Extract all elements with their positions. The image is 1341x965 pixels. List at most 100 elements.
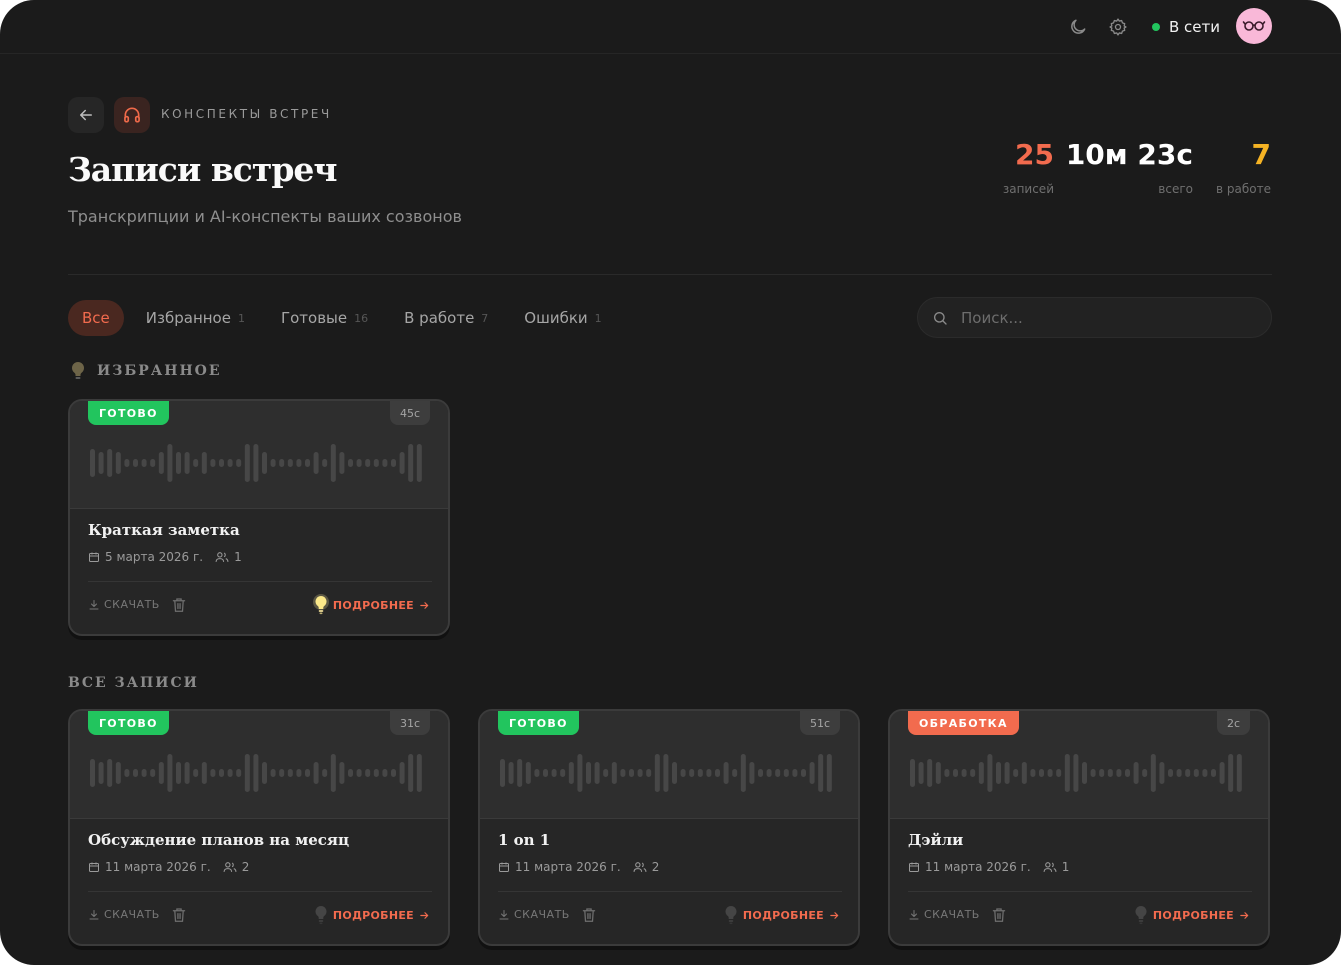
waveform-bar xyxy=(322,459,328,467)
waveform-bar xyxy=(740,754,746,792)
card-meta: 11 марта 2026 г. 2 xyxy=(498,860,659,874)
tab-favorites[interactable]: Избранное 1 xyxy=(132,300,259,336)
waveform-bar xyxy=(1159,762,1165,784)
waveform-bar xyxy=(107,759,113,787)
top-bar: В сети xyxy=(0,0,1341,54)
details-label: ПОДРОБНЕЕ xyxy=(332,909,414,922)
waveform-bar xyxy=(167,754,173,792)
card-divider xyxy=(88,581,432,582)
waveform-bar xyxy=(1116,769,1122,777)
card-title[interactable]: Краткая заметка xyxy=(88,521,240,539)
recording-card[interactable]: ОБРАБОТКА 2с Дэйли 11 марта 2026 г. 1 СКАЧАТЬ… xyxy=(888,709,1270,946)
waveform-bar xyxy=(1211,769,1216,777)
arrow-right-icon xyxy=(1240,912,1249,919)
details-button[interactable]: ПОДРОБНЕЕ xyxy=(333,599,430,612)
trash-icon[interactable] xyxy=(172,907,186,923)
download-button[interactable]: СКАЧАТЬ xyxy=(908,908,980,921)
lightbulb-icon[interactable] xyxy=(723,904,739,926)
trash-icon[interactable] xyxy=(992,907,1006,923)
lightbulb-icon[interactable] xyxy=(313,904,329,926)
trash-icon[interactable] xyxy=(582,907,596,923)
waveform-bar xyxy=(399,762,405,784)
waveform-bar xyxy=(935,762,941,784)
waveform-bar xyxy=(98,762,104,784)
calendar-icon xyxy=(89,552,99,562)
waveform-bar xyxy=(672,762,677,784)
search-icon xyxy=(932,310,948,326)
tab-in-progress[interactable]: В работе 7 xyxy=(390,300,502,336)
waveform-bar xyxy=(801,769,806,777)
participants-count: 2 xyxy=(241,860,250,874)
waveform-bar xyxy=(910,759,915,787)
waveform-bar xyxy=(124,459,130,467)
lightbulb-icon[interactable] xyxy=(1133,904,1149,926)
waveform-bar xyxy=(1193,769,1199,777)
waveform-bar xyxy=(416,444,422,482)
card-meta: 11 марта 2026 г. 2 xyxy=(88,860,249,874)
arrow-left-icon xyxy=(80,109,92,121)
waveform-bar xyxy=(534,769,540,777)
breadcrumb[interactable]: КОНСПЕКТЫ ВСТРЕЧ xyxy=(161,107,332,121)
search-box xyxy=(917,297,1272,338)
download-button[interactable]: СКАЧАТЬ xyxy=(498,908,570,921)
waveform-bar xyxy=(348,459,353,467)
details-button[interactable]: ПОДРОБНЕЕ xyxy=(1153,909,1250,922)
card-title[interactable]: Дэйли xyxy=(908,831,963,849)
waveform-bar xyxy=(313,762,319,784)
stat-value: 7 xyxy=(1251,138,1271,171)
download-button[interactable]: СКАЧАТЬ xyxy=(88,598,160,611)
section-title-all: ВСЕ ЗАПИСИ xyxy=(68,675,199,691)
recording-card[interactable]: ГОТОВО 31с Обсуждение планов на месяц 11 ма… xyxy=(68,709,450,946)
waveform-bar xyxy=(391,459,396,467)
trash-icon[interactable] xyxy=(172,597,186,613)
waveform-bar xyxy=(758,769,763,777)
duration-badge: 45с xyxy=(389,401,430,425)
tab-all[interactable]: Все xyxy=(68,300,124,336)
duration-badge: 51с xyxy=(799,711,840,735)
waveform-bar xyxy=(1150,754,1156,792)
card-title[interactable]: Обсуждение планов на месяц xyxy=(88,831,349,849)
download-icon xyxy=(499,909,509,919)
waveform-bar xyxy=(253,754,259,792)
waveform-bar xyxy=(141,769,147,777)
waveform-bar xyxy=(918,762,924,784)
download-icon xyxy=(909,909,919,919)
status-badge: ГОТОВО xyxy=(88,401,169,425)
waveform-bar xyxy=(620,769,626,777)
waveform-bar xyxy=(1030,769,1036,777)
waveform-bar xyxy=(158,452,164,474)
details-button[interactable]: ПОДРОБНЕЕ xyxy=(333,909,430,922)
download-button[interactable]: СКАЧАТЬ xyxy=(88,908,160,921)
back-button[interactable] xyxy=(68,97,104,133)
waveform-bar xyxy=(365,459,371,467)
avatar[interactable] xyxy=(1236,8,1272,44)
tab-ready[interactable]: Готовые 16 xyxy=(267,300,382,336)
waveform-bar xyxy=(1082,762,1087,784)
waveform-bar xyxy=(373,459,379,467)
waveform-bar xyxy=(783,769,789,777)
waveform-bar xyxy=(944,769,950,777)
card-title[interactable]: 1 on 1 xyxy=(498,831,550,849)
header-divider xyxy=(68,274,1272,275)
recording-card[interactable]: ГОТОВО 51с 1 on 1 11 марта 2026 г. 2 СКАЧАТЬ П… xyxy=(478,709,860,946)
waveform-bar xyxy=(391,769,396,777)
page-title: Записи встреч xyxy=(68,150,338,189)
status-badge: ГОТОВО xyxy=(88,711,169,735)
waveform-bar xyxy=(560,769,566,777)
waveform-bar xyxy=(1185,769,1191,777)
waveform-bar xyxy=(279,459,285,467)
waveform-bar xyxy=(339,762,345,784)
recording-card[interactable]: ГОТОВО 45с Краткая заметка 5 марта 2026 г. 1… xyxy=(68,399,450,636)
waveform-bar xyxy=(253,444,259,482)
page-subtitle: Транскрипции и AI-конспекты ваших созвон… xyxy=(68,207,462,226)
search-input[interactable] xyxy=(959,307,1253,328)
waveform xyxy=(910,754,1242,792)
settings-icon[interactable] xyxy=(1108,17,1128,37)
lightbulb-icon[interactable] xyxy=(313,594,329,616)
waveform-bar xyxy=(107,449,113,477)
details-button[interactable]: ПОДРОБНЕЕ xyxy=(743,909,840,922)
waveform-bar xyxy=(305,769,310,777)
waveform xyxy=(90,754,422,792)
tab-errors[interactable]: Ошибки 1 xyxy=(510,300,615,336)
moon-icon[interactable] xyxy=(1068,17,1088,37)
